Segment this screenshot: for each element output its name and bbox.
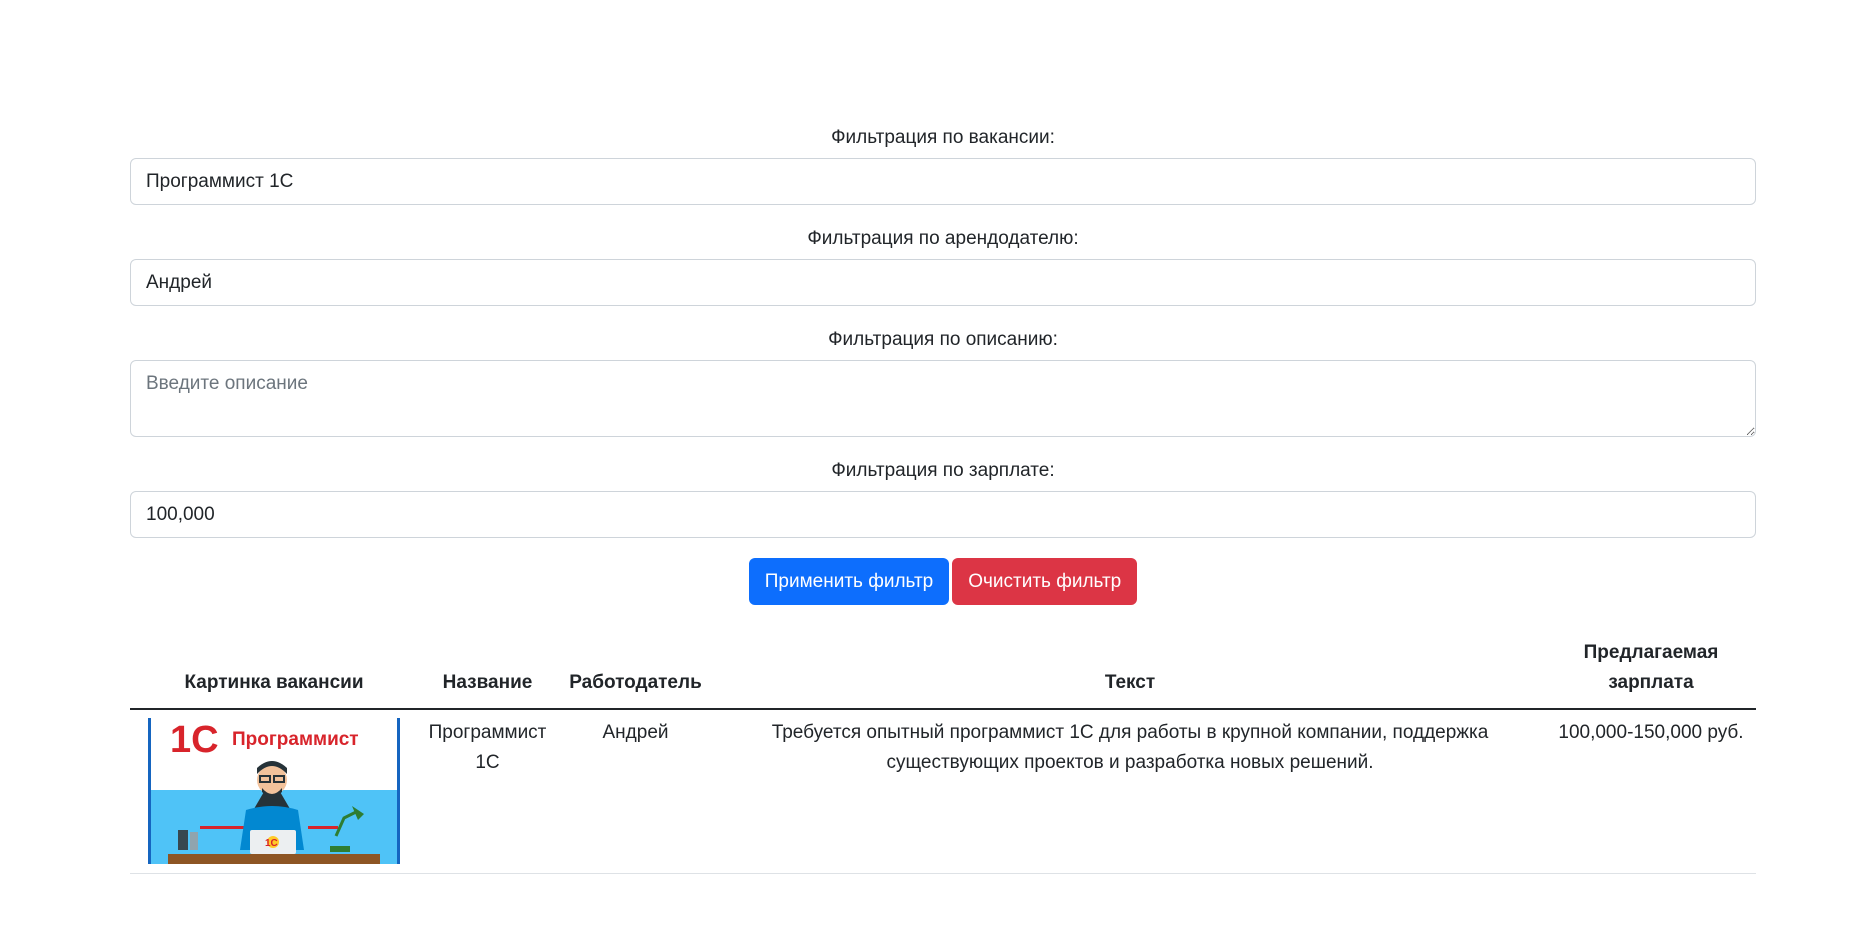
description-filter-textarea[interactable] [130,360,1756,437]
header-text: Текст [714,630,1546,710]
vacancy-salary-cell: 100,000-150,000 руб. [1546,709,1756,874]
description-filter-group: Фильтрация по описанию: [130,328,1756,437]
table-header-row: Картинка вакансии Название Работодатель … [130,630,1756,710]
filter-page: Фильтрация по вакансии: Фильтрация по ар… [130,126,1756,874]
vacancy-filter-group: Фильтрация по вакансии: [130,126,1756,205]
clear-filter-button[interactable]: Очистить фильтр [952,558,1138,605]
employer-filter-input[interactable] [130,259,1756,306]
header-salary: Предлагаемая зарплата [1546,630,1756,710]
vacancy-name-cell: Программист 1С [418,709,557,874]
programmer-illustration: 1С Программист 1С [148,718,400,864]
employer-filter-label: Фильтрация по арендодателю: [807,228,1079,249]
header-name: Название [418,630,557,710]
vacancy-text-cell: Требуется опытный программист 1С для раб… [714,709,1546,874]
vacancy-filter-label: Фильтрация по вакансии: [831,127,1055,148]
header-image: Картинка вакансии [130,630,418,710]
logo-caption-text: Программист [232,729,359,750]
logo-1c-text: 1С [170,719,219,761]
header-employer: Работодатель [557,630,714,710]
vacancies-table: Картинка вакансии Название Работодатель … [130,630,1756,874]
vacancy-employer-cell: Андрей [557,709,714,874]
filter-buttons: Применить фильтр Очистить фильтр [130,558,1756,606]
employer-filter-group: Фильтрация по арендодателю: [130,227,1756,306]
salary-filter-group: Фильтрация по зарплате: [130,459,1756,538]
table-row: 1С Программист 1С Программист 1С Андрей … [130,709,1756,874]
salary-filter-label: Фильтрация по зарплате: [831,460,1055,481]
apply-filter-button[interactable]: Применить фильтр [748,558,950,605]
svg-text:1С: 1С [265,838,278,849]
vacancy-image-cell: 1С Программист 1С [130,709,418,874]
description-filter-label: Фильтрация по описанию: [828,329,1058,350]
salary-filter-input[interactable] [130,491,1756,538]
vacancy-filter-input[interactable] [130,158,1756,205]
